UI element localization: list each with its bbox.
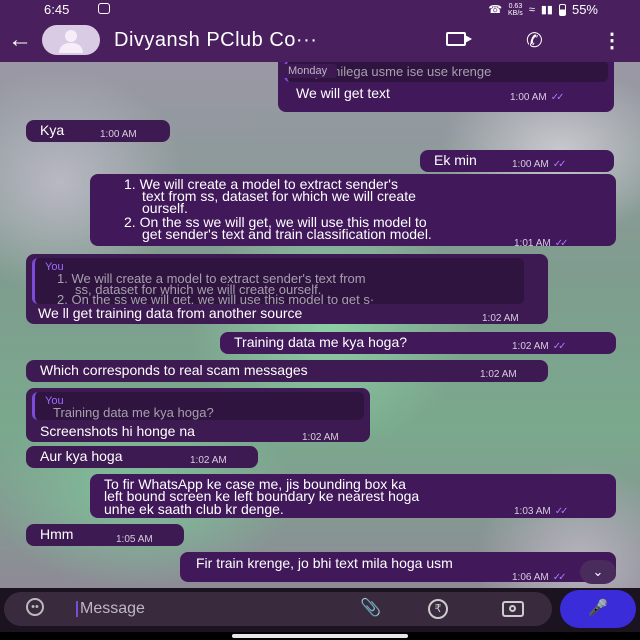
message-outgoing[interactable]: To fir WhatsApp ke case me, jis bounding…: [90, 474, 616, 518]
call-status-icon: ☎: [488, 4, 503, 16]
back-arrow-icon[interactable]: ←: [8, 26, 32, 54]
message-text: We ll get training data from another sou…: [38, 305, 303, 321]
message-text: Training data me kya hoga?: [234, 334, 408, 350]
message-text-line: unhe ek saath club kr denge.: [104, 501, 284, 517]
message-outgoing[interactable]: Ek min 1:00 AM ✓✓: [420, 150, 614, 172]
message-text: Fir train krenge, jo bhi text mila hoga …: [196, 555, 453, 571]
message-incoming[interactable]: You Training data me kya hoga? Screensho…: [26, 388, 370, 443]
message-time: 1:06 AM ✓✓: [512, 572, 567, 583]
message-text: Aur kya hoga: [40, 448, 123, 464]
rupee-payment-icon[interactable]: ₹: [428, 599, 448, 619]
message-text: Which corresponds to real scam messages: [40, 362, 308, 378]
message-time: 1:00 AM ✓✓: [510, 92, 565, 103]
message-time: 1:00 AM: [100, 129, 137, 140]
message-time: 1:02 AM: [302, 432, 339, 443]
home-handle[interactable]: [232, 634, 408, 638]
net-speed-value: 0.63: [508, 2, 523, 10]
quoted-line: Training data me kya hoga?: [53, 405, 214, 420]
net-speed: 0.63 KB/s: [508, 3, 523, 17]
emoji-icon[interactable]: ••: [26, 598, 44, 616]
gesture-nav-bar: [0, 632, 640, 640]
day-chip: Monday: [278, 64, 338, 78]
message-placeholder: Message: [80, 600, 145, 617]
mic-button[interactable]: 🎤: [560, 590, 636, 628]
chat-header: ← Divyansh PClub Co··· ✆ ⋮: [0, 20, 640, 62]
avatar-body: [59, 43, 83, 53]
avatar-head: [65, 30, 77, 42]
message-time: 1:02 AM: [480, 369, 517, 380]
chevrons-down-icon: ⌄: [592, 564, 604, 579]
attach-icon[interactable]: 📎: [360, 598, 381, 618]
message-time: 1:05 AM: [116, 534, 153, 545]
message-time: 1:02 AM: [482, 313, 519, 324]
quoted-line: 2. On the ss we will get, we will use th…: [57, 292, 375, 305]
camera-icon[interactable]: [502, 601, 524, 617]
message-list[interactable]: Fir jo milega usme ise use krenge We wil…: [0, 62, 640, 588]
battery-icon: [558, 3, 566, 16]
phone-call-icon[interactable]: ✆: [526, 28, 543, 53]
message-incoming[interactable]: Aur kya hoga 1:02 AM: [26, 446, 258, 468]
read-ticks-icon: ✓✓: [552, 341, 567, 352]
message-incoming[interactable]: Hmm 1:05 AM: [26, 524, 184, 546]
message-time: 1:03 AM ✓✓: [514, 506, 569, 517]
message-text: Ek min: [434, 152, 477, 168]
message-time: 1:00 AM ✓✓: [512, 159, 567, 170]
message-incoming[interactable]: Which corresponds to real scam messages …: [26, 360, 548, 382]
read-ticks-icon: ✓✓: [554, 238, 569, 249]
read-ticks-icon: ✓✓: [552, 572, 567, 583]
read-ticks-icon: ✓✓: [554, 506, 569, 517]
status-time: 6:45: [44, 2, 70, 17]
message-time: 1:02 AM: [190, 455, 227, 466]
read-ticks-icon: ✓✓: [552, 159, 567, 170]
message-outgoing[interactable]: 1. We will create a model to extract sen…: [90, 174, 616, 249]
quoted-message[interactable]: You 1. We will create a model to extract…: [32, 258, 524, 304]
message-text: Hmm: [40, 526, 74, 542]
net-speed-unit: KB/s: [508, 9, 523, 17]
read-ticks-icon: ✓✓: [550, 92, 565, 103]
message-time: 1:01 AM ✓✓: [514, 238, 569, 249]
quoted-message[interactable]: You Training data me kya hoga?: [32, 392, 364, 420]
more-vert-icon[interactable]: ⋮: [602, 28, 622, 53]
status-icons: ☎ 0.63 KB/s ≈ ▮▮ 55%: [488, 2, 598, 17]
message-incoming[interactable]: You 1. We will create a model to extract…: [26, 254, 548, 324]
message-text: Screenshots hi honge na: [40, 423, 195, 439]
message-outgoing[interactable]: Fir train krenge, jo bhi text mila hoga …: [180, 552, 616, 583]
status-bar: 6:45 ☎ 0.63 KB/s ≈ ▮▮ 55%: [0, 0, 640, 20]
chat-title[interactable]: Divyansh PClub Co···: [114, 29, 317, 52]
message-text-line: get sender's text and train classificati…: [142, 226, 432, 242]
message-outgoing[interactable]: Training data me kya hoga? 1:02 AM ✓✓: [220, 332, 616, 354]
message-time: 1:02 AM ✓✓: [512, 341, 567, 352]
video-call-icon[interactable]: [446, 32, 472, 46]
message-incoming[interactable]: Kya 1:00 AM: [26, 120, 170, 142]
battery-percent: 55%: [571, 2, 598, 17]
text-caret: [76, 601, 78, 617]
message-text: We will get text: [296, 85, 390, 101]
message-input[interactable]: •• Message 📎 ₹: [4, 592, 552, 626]
instagram-notification-icon: [98, 3, 110, 14]
scroll-to-bottom-button[interactable]: ⌄: [580, 560, 616, 584]
signal-icon: ▮▮: [540, 4, 553, 16]
message-text: Kya: [40, 122, 65, 138]
avatar[interactable]: [42, 25, 100, 55]
mic-icon: 🎤: [588, 600, 608, 617]
wifi-icon: ≈: [528, 3, 535, 16]
